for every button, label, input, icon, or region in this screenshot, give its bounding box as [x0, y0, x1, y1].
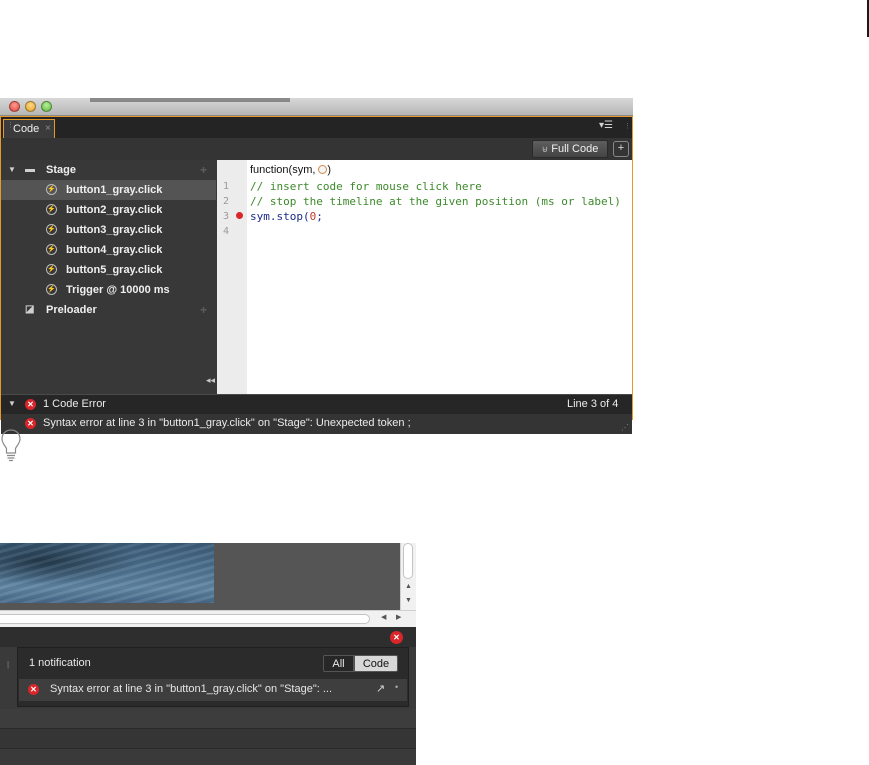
scroll-down-icon[interactable]: ▼: [405, 597, 412, 604]
line-number: 3: [223, 211, 230, 222]
scroll-right-icon[interactable]: ▶: [396, 613, 401, 621]
go-to-error-icon[interactable]: ↗: [376, 682, 385, 695]
sidebar-item-trigger[interactable]: ⚡ Trigger @ 10000 ms: [1, 280, 216, 300]
scroll-left-icon[interactable]: ◀: [381, 613, 386, 621]
code-editor[interactable]: function(sym,) 1 2 3 4 // insert code fo…: [217, 160, 632, 394]
preloader-icon: ◪: [25, 304, 35, 315]
sidebar-item-label: button4_gray.click: [66, 244, 163, 256]
filter-all-button[interactable]: All: [323, 655, 354, 672]
tab-close-icon[interactable]: ×: [45, 120, 51, 138]
sidebar-item-label: Stage: [46, 164, 76, 176]
minimize-window-button[interactable]: [25, 101, 36, 112]
code-line-3: sym.stop(0;: [250, 210, 323, 223]
collapse-sidebar-icon[interactable]: ◂◂: [206, 375, 215, 386]
expand-arrow-icon[interactable]: ▼: [8, 160, 16, 180]
event-icon: ⚡: [46, 284, 57, 295]
sidebar-item-label: button3_gray.click: [66, 224, 163, 236]
tab-code-label: Code: [13, 123, 40, 135]
panel-tab-bar: ⋮ Code × ▾☰ ⋮: [1, 117, 632, 138]
notification-message: Syntax error at line 3 in "button1_gray.…: [50, 683, 333, 695]
notification-panel: 1 notification All Code ✕ Syntax error a…: [17, 647, 409, 707]
code-line-3-call: sym.stop(: [250, 210, 310, 223]
notification-header-strip: ✕: [0, 627, 416, 647]
sidebar-item-label: Trigger @ 10000 ms: [66, 284, 170, 296]
full-code-icon: ⊌: [541, 144, 549, 154]
sidebar-item-label: button5_gray.click: [66, 264, 163, 276]
timeline-row: [0, 748, 416, 765]
full-code-button[interactable]: ⊌ Full Code: [532, 140, 608, 158]
error-icon: ✕: [28, 684, 39, 695]
sidebar-item-label: button2_gray.click: [66, 204, 163, 216]
event-icon: ⚡: [46, 224, 57, 235]
error-message-row[interactable]: ✕ Syntax error at line 3 in "button1_gra…: [1, 414, 632, 434]
horizontal-scrollbar[interactable]: ◀ ▶: [0, 610, 416, 627]
error-message: Syntax error at line 3 in "button1_gray.…: [43, 417, 411, 429]
vertical-scrollbar[interactable]: ▲ ▼: [400, 543, 416, 610]
stage-below: [0, 603, 214, 610]
close-window-button[interactable]: [9, 101, 20, 112]
close-notifications-icon[interactable]: ✕: [390, 631, 403, 644]
add-event-icon[interactable]: +: [200, 300, 207, 320]
error-icon: ✕: [25, 418, 36, 429]
scroll-up-icon[interactable]: ▲: [405, 583, 412, 590]
event-icon: ⚡: [46, 244, 57, 255]
panel-grip-icon: ⋮: [624, 123, 631, 130]
sidebar-item-button4-click[interactable]: ⚡ button4_gray.click: [1, 240, 216, 260]
zoom-window-button[interactable]: [41, 101, 52, 112]
code-line-2: // stop the timeline at the given positi…: [250, 195, 621, 208]
code-panel: ⋮ Code × ▾☰ ⋮ ⊌ Full Code + ▼ ▬ Stage + ⚡…: [0, 116, 633, 434]
resize-handle-icon[interactable]: ⋰: [621, 423, 629, 432]
function-header: function(sym,): [250, 164, 332, 176]
stage-image: [0, 543, 214, 603]
sidebar-item-button2-click[interactable]: ⚡ button2_gray.click: [1, 200, 216, 220]
event-icon: ⚡: [46, 184, 57, 195]
code-line-1: // insert code for mouse click here: [250, 180, 482, 193]
tab-grip-icon: ⋮: [7, 122, 14, 129]
function-header-text: function(sym,: [250, 164, 316, 176]
sidebar-item-stage[interactable]: ▼ ▬ Stage +: [1, 160, 216, 180]
code-line-3-end: ;: [316, 210, 323, 223]
stage-pasteboard: [214, 543, 400, 610]
sidebar-item-button3-click[interactable]: ⚡ button3_gray.click: [1, 220, 216, 240]
horizontal-scroll-thumb[interactable]: [0, 614, 370, 624]
sidebar-item-preloader[interactable]: ◪ Preloader +: [1, 300, 216, 320]
line-number: 2: [223, 196, 230, 207]
code-window: ⋮ Code × ▾☰ ⋮ ⊌ Full Code + ▼ ▬ Stage + ⚡…: [0, 98, 633, 434]
full-code-label: Full Code: [551, 143, 599, 155]
window-titlebar: [0, 98, 633, 116]
parameter-icon[interactable]: [318, 165, 328, 174]
notification-window: ▲ ▼ ◀ ▶ ✕ | 1 notification All Code ✕ Sy…: [0, 543, 416, 765]
timeline-row: [0, 728, 416, 749]
collapse-errors-arrow-icon[interactable]: ▼: [8, 399, 16, 408]
vertical-scroll-thumb[interactable]: [403, 543, 413, 579]
error-icon: ✕: [25, 399, 36, 410]
line-number: 1: [223, 181, 230, 192]
panel-menu-icon[interactable]: ▾☰: [599, 120, 613, 131]
notification-item[interactable]: ✕ Syntax error at line 3 in "button1_gra…: [19, 679, 407, 701]
error-count: 1 Code Error: [43, 398, 106, 410]
add-event-icon[interactable]: +: [200, 160, 207, 180]
light-bulb-icon: [1, 429, 21, 462]
title-strip: [90, 98, 290, 102]
timeline-tick: |: [7, 660, 10, 669]
filter-code-button[interactable]: Code: [354, 655, 398, 672]
stage-icon: ▬: [25, 164, 35, 175]
line-position: Line 3 of 4: [567, 398, 619, 410]
code-sidebar: ▼ ▬ Stage + ⚡ button1_gray.click ⚡ butto…: [1, 160, 216, 394]
sidebar-item-label: Preloader: [46, 304, 97, 316]
more-dot-icon[interactable]: •: [395, 682, 398, 692]
error-summary-bar[interactable]: ▼ ✕ 1 Code Error Line 3 of 4: [1, 394, 632, 415]
tab-code[interactable]: ⋮ Code ×: [3, 119, 55, 138]
line-number: 4: [223, 226, 230, 237]
add-action-button[interactable]: +: [613, 141, 629, 157]
sidebar-item-label: button1_gray.click: [66, 184, 163, 196]
code-toolbar: ⊌ Full Code +: [1, 138, 632, 160]
event-icon: ⚡: [46, 264, 57, 275]
notification-count: 1 notification: [29, 657, 91, 669]
event-icon: ⚡: [46, 204, 57, 215]
sidebar-item-button5-click[interactable]: ⚡ button5_gray.click: [1, 260, 216, 280]
timeline-row: [0, 709, 416, 728]
error-marker-icon: [236, 212, 243, 219]
sidebar-item-button1-click[interactable]: ⚡ button1_gray.click: [1, 180, 216, 200]
